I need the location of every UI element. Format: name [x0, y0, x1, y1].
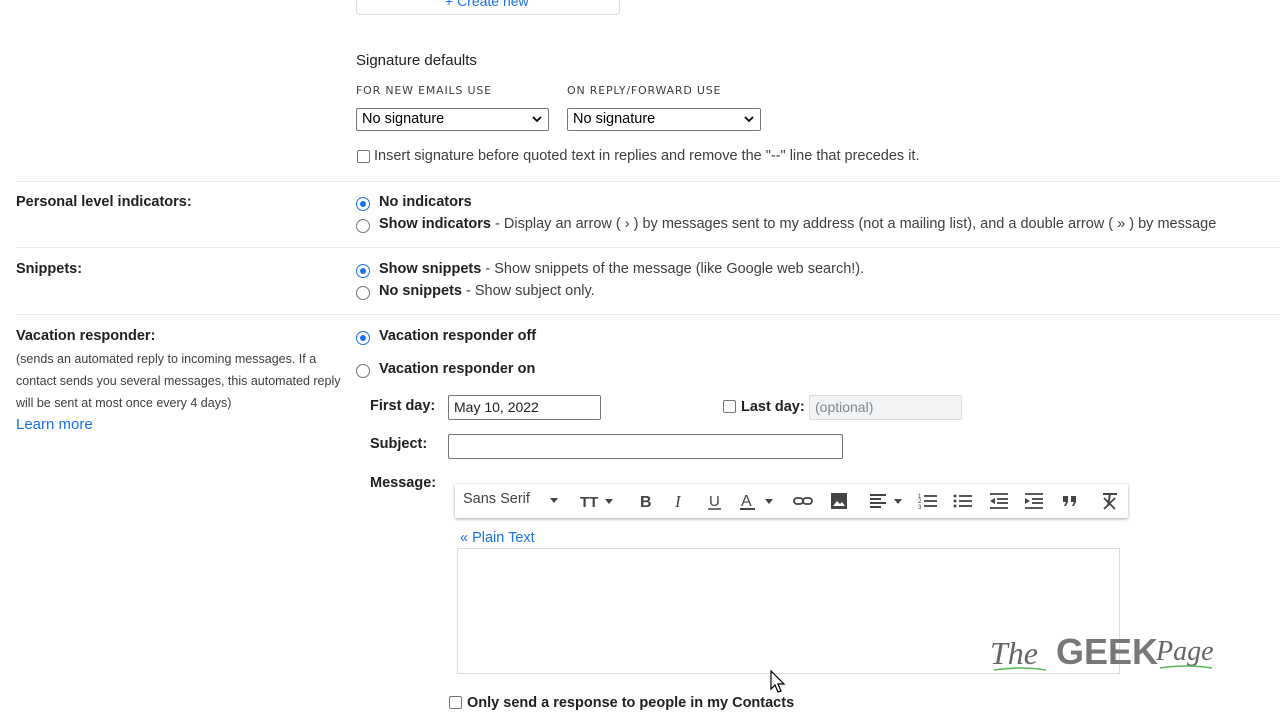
- link-icon[interactable]: [793, 492, 813, 510]
- new-emails-signature-select[interactable]: No signature: [356, 108, 549, 131]
- reply-forward-label: ON REPLY/FORWARD USE: [567, 84, 722, 97]
- align-icon[interactable]: [869, 492, 905, 510]
- last-day-label: Last day:: [741, 399, 805, 415]
- first-day-label: First day:: [370, 398, 436, 414]
- indent-more-icon[interactable]: [1024, 492, 1044, 510]
- last-day-checkbox[interactable]: [723, 400, 736, 413]
- reply-signature-value: No signature: [573, 111, 656, 127]
- vacation-on-radio[interactable]: [356, 364, 370, 378]
- contacts-only-label: Only send a response to people in my Con…: [467, 695, 795, 711]
- quote-icon[interactable]: [1060, 492, 1080, 510]
- no-indicators-radio[interactable]: [356, 197, 370, 211]
- underline-icon[interactable]: U: [705, 492, 725, 510]
- italic-icon[interactable]: I: [670, 492, 690, 510]
- divider: [16, 247, 1280, 248]
- no-snippets-desc: - Show subject only.: [461, 283, 595, 299]
- subject-input[interactable]: [448, 434, 843, 459]
- create-new-signature-button[interactable]: + Create new: [356, 0, 620, 15]
- mouse-cursor-icon: [770, 670, 786, 693]
- show-indicators-radio[interactable]: [356, 219, 370, 233]
- show-snippets-desc: - Show snippets of the message (like Goo…: [481, 261, 865, 277]
- svg-text:TT: TT: [580, 494, 598, 510]
- no-indicators-label: No indicators: [379, 194, 472, 210]
- formatting-toolbar: Sans Serif TT B I U A 123: [455, 484, 1128, 518]
- svg-text:3: 3: [918, 505, 922, 510]
- chevron-down-icon: [550, 498, 558, 503]
- indent-less-icon[interactable]: [989, 492, 1009, 510]
- svg-text:The: The: [990, 635, 1038, 671]
- no-snippets-radio[interactable]: [356, 286, 370, 300]
- vacation-off-label: Vacation responder off: [379, 328, 537, 344]
- chevron-down-icon: [744, 116, 754, 123]
- last-day-input[interactable]: (optional): [809, 395, 962, 420]
- svg-text:I: I: [674, 492, 682, 510]
- show-snippets-radio[interactable]: [356, 264, 370, 278]
- text-color-icon[interactable]: A: [740, 492, 776, 510]
- plain-text-link[interactable]: « Plain Text: [460, 530, 535, 546]
- vacation-responder-label: Vacation responder:: [16, 328, 156, 344]
- first-day-value: May 10, 2022: [454, 399, 539, 415]
- show-indicators-desc: - Display an arrow ( › ) by messages sen…: [491, 216, 1217, 232]
- remove-formatting-icon[interactable]: [1100, 492, 1120, 510]
- no-snippets-text: No snippets - Show subject only.: [379, 283, 595, 299]
- chevron-down-icon: [532, 116, 542, 123]
- first-day-input[interactable]: May 10, 2022: [448, 395, 601, 420]
- svg-text:A: A: [741, 493, 752, 510]
- insert-signature-checkbox[interactable]: [357, 150, 370, 163]
- vacation-note: (sends an automated reply to incoming me…: [16, 352, 341, 410]
- svg-text:Page: Page: [1155, 636, 1214, 667]
- reply-signature-select[interactable]: No signature: [567, 108, 761, 131]
- insert-signature-label: Insert signature before quoted text in r…: [374, 148, 920, 164]
- show-indicators-text: Show indicators - Display an arrow ( › )…: [379, 216, 1216, 232]
- vacation-on-label: Vacation responder on: [379, 361, 536, 377]
- divider: [16, 314, 1280, 315]
- snippets-label: Snippets:: [16, 261, 83, 277]
- create-new-label: + Create new: [445, 0, 529, 9]
- message-label: Message:: [370, 475, 437, 491]
- bulleted-list-icon[interactable]: [953, 492, 973, 510]
- learn-more-link[interactable]: Learn more: [16, 416, 93, 433]
- signature-defaults-title: Signature defaults: [356, 52, 477, 69]
- numbered-list-icon[interactable]: 123: [918, 492, 938, 510]
- show-snippets-label: Show snippets: [379, 261, 482, 277]
- font-family-value: Sans Serif: [463, 491, 530, 507]
- svg-text:GEEK: GEEK: [1056, 631, 1158, 672]
- divider: [16, 181, 1280, 182]
- text-size-icon[interactable]: TT: [580, 492, 614, 510]
- contacts-only-checkbox[interactable]: [449, 696, 462, 709]
- no-snippets-label: No snippets: [379, 283, 462, 299]
- show-indicators-label: Show indicators: [379, 216, 491, 232]
- bold-icon[interactable]: B: [636, 492, 656, 510]
- personal-level-label: Personal level indicators:: [16, 194, 192, 210]
- geek-page-watermark-logo: The GEEK Page: [990, 631, 1214, 672]
- new-emails-signature-value: No signature: [362, 111, 445, 127]
- image-icon[interactable]: [829, 492, 849, 510]
- last-day-placeholder: (optional): [815, 399, 874, 415]
- vacation-off-radio[interactable]: [356, 331, 370, 345]
- subject-label: Subject:: [370, 436, 428, 452]
- new-emails-label: FOR NEW EMAILS USE: [356, 84, 492, 97]
- svg-text:B: B: [640, 494, 652, 510]
- show-snippets-text: Show snippets - Show snippets of the mes…: [379, 261, 864, 277]
- svg-text:U: U: [709, 493, 720, 510]
- font-family-select[interactable]: Sans Serif: [463, 491, 530, 511]
